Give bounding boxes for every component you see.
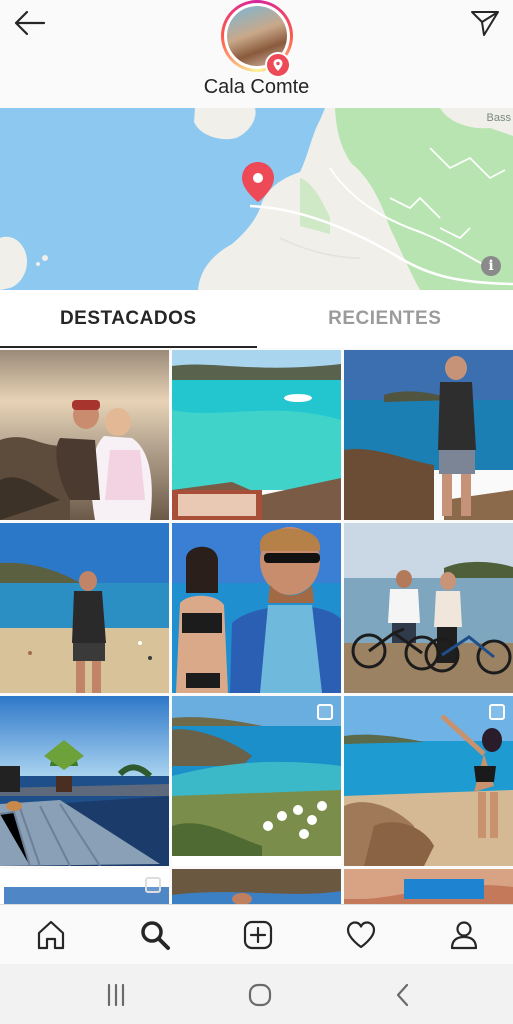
system-back-icon bbox=[396, 983, 409, 1007]
photo-tile[interactable] bbox=[172, 350, 341, 520]
nav-profile[interactable] bbox=[446, 917, 482, 953]
home-circle-icon bbox=[248, 983, 272, 1007]
page-title: Cala Comte bbox=[203, 76, 310, 98]
photo-tile[interactable] bbox=[344, 350, 513, 520]
location-header: Cala Comte bbox=[0, 0, 513, 108]
info-icon[interactable]: i bbox=[481, 256, 501, 276]
add-post-icon bbox=[243, 920, 273, 950]
tab-bar: DESTACADOS RECIENTES bbox=[0, 290, 513, 348]
system-navigation-bar bbox=[0, 964, 513, 1024]
photo-tile[interactable] bbox=[344, 696, 513, 866]
nav-activity[interactable] bbox=[343, 917, 379, 953]
recent-apps-icon bbox=[107, 983, 125, 1007]
location-pin-icon bbox=[265, 52, 291, 78]
map-corner-label: Bass bbox=[486, 112, 511, 124]
bottom-navigation bbox=[0, 904, 513, 964]
arrow-left-icon bbox=[14, 10, 46, 36]
location-map[interactable]: Bass i bbox=[0, 108, 513, 290]
photo-tile[interactable] bbox=[344, 523, 513, 693]
photo-tile[interactable] bbox=[344, 869, 513, 904]
photo-tile[interactable] bbox=[0, 696, 169, 866]
photo-tile[interactable] bbox=[172, 869, 341, 904]
photo-tile[interactable] bbox=[172, 696, 341, 866]
nav-new-post[interactable] bbox=[240, 917, 276, 953]
profile-icon bbox=[450, 921, 478, 950]
photo-tile[interactable] bbox=[0, 350, 169, 520]
search-icon bbox=[141, 921, 170, 950]
tab-recientes[interactable]: RECIENTES bbox=[257, 290, 513, 348]
paper-plane-icon bbox=[471, 11, 499, 36]
recent-apps-button[interactable] bbox=[101, 982, 131, 1008]
photo-grid bbox=[0, 350, 513, 904]
nav-home[interactable] bbox=[33, 917, 69, 953]
tab-destacados[interactable]: DESTACADOS bbox=[0, 290, 257, 348]
back-button[interactable] bbox=[12, 8, 48, 38]
nav-search[interactable] bbox=[137, 917, 173, 953]
multiple-photos-icon bbox=[317, 704, 333, 720]
system-home-button[interactable] bbox=[245, 982, 275, 1008]
send-button[interactable] bbox=[469, 8, 501, 38]
photo-tile[interactable] bbox=[0, 869, 169, 904]
multiple-photos-icon bbox=[145, 877, 161, 893]
heart-icon bbox=[346, 921, 376, 949]
multiple-photos-icon bbox=[489, 704, 505, 720]
map-graphic bbox=[0, 108, 513, 290]
system-back-button[interactable] bbox=[388, 982, 418, 1008]
home-icon bbox=[37, 920, 65, 950]
photo-tile[interactable] bbox=[172, 523, 341, 693]
photo-tile[interactable] bbox=[0, 523, 169, 693]
